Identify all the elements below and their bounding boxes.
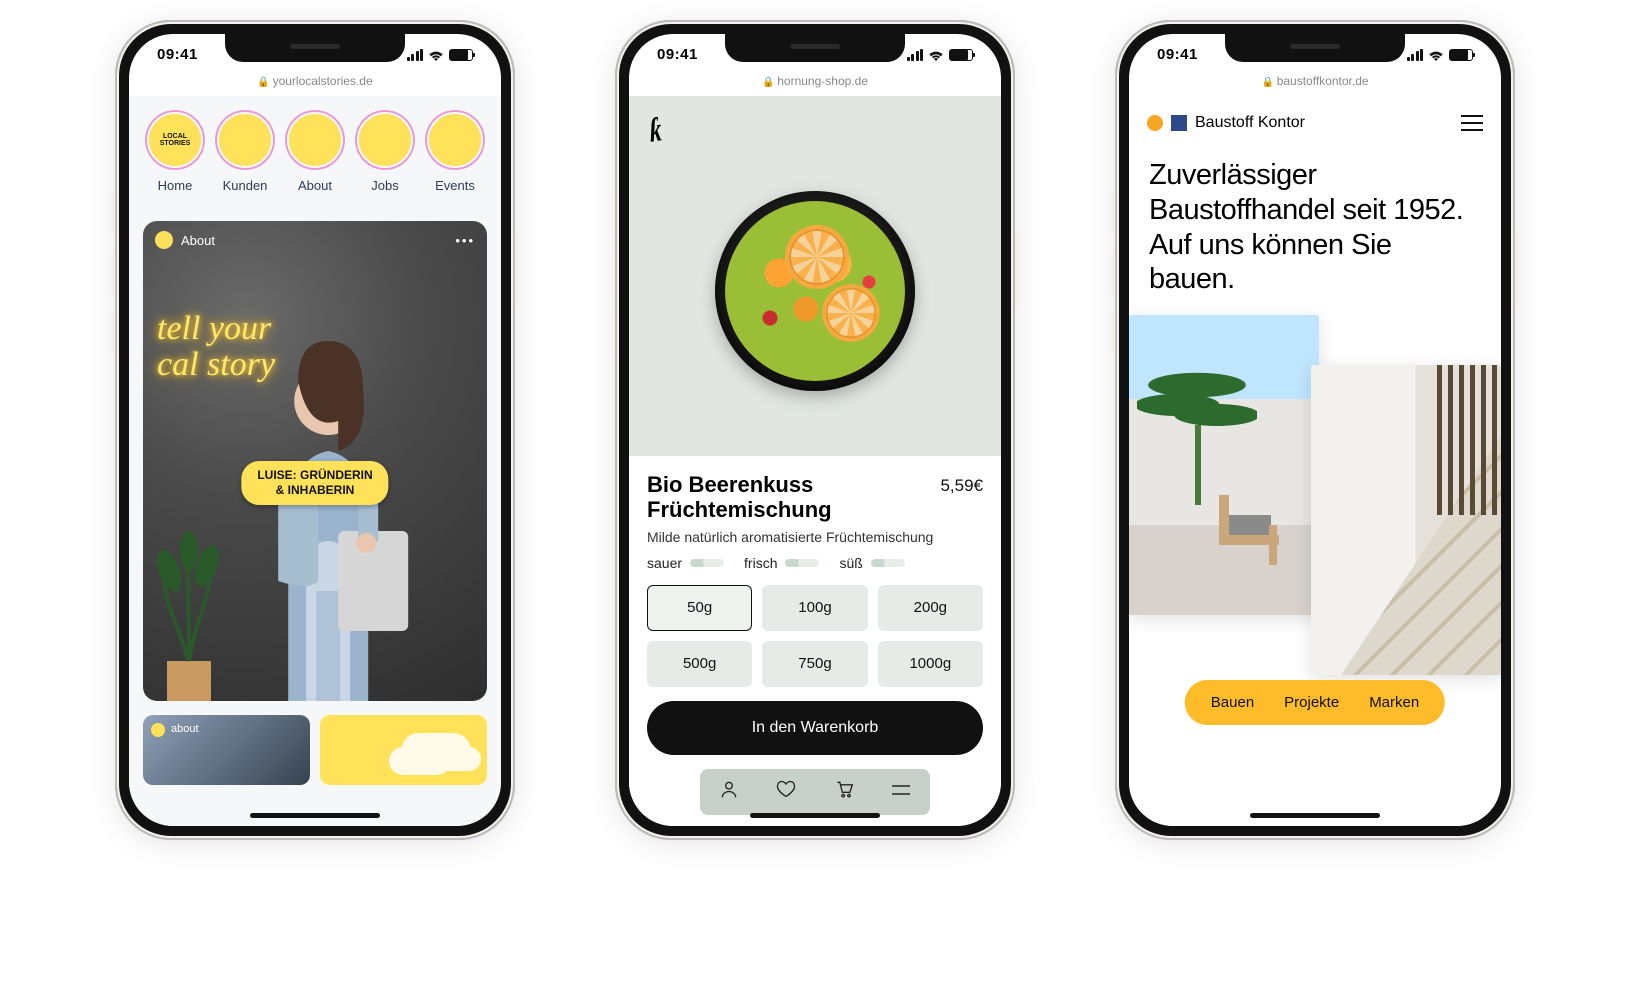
nav-label: Home xyxy=(158,178,193,193)
nav-about[interactable]: About xyxy=(283,112,347,193)
home-indicator[interactable] xyxy=(1250,813,1380,818)
size-grid: 50g 100g 200g 500g 750g 1000g xyxy=(647,585,983,687)
brand-name[interactable]: Baustoff Kontor xyxy=(1195,114,1305,132)
nav-circle-icon xyxy=(287,112,343,168)
bottom-bar xyxy=(700,769,930,815)
add-to-cart-button[interactable]: In den Warenkorb xyxy=(647,701,983,755)
taste-meter xyxy=(785,559,819,567)
battery-icon xyxy=(449,49,473,61)
taste-row: sauer frisch süß xyxy=(647,555,983,571)
product-hero: ƙ xyxy=(629,96,1001,456)
nav-label: Jobs xyxy=(371,178,398,193)
home-indicator[interactable] xyxy=(250,813,380,818)
hero-headline: Zuverlässiger Baustoffhandel seit 1952. … xyxy=(1129,150,1501,315)
size-option[interactable]: 1000g xyxy=(878,641,983,687)
notch xyxy=(725,34,905,62)
size-option[interactable]: 50g xyxy=(647,585,752,631)
battery-icon xyxy=(1449,49,1473,61)
nav-kunden[interactable]: Kunden xyxy=(213,112,277,193)
logo-icon: LOCAL STORIES xyxy=(147,112,203,168)
thumbnail-row: about xyxy=(143,715,487,785)
thumb-avatar-icon xyxy=(151,723,165,737)
product-price: 5,59€ xyxy=(940,476,983,496)
logo-square-icon xyxy=(1171,115,1187,131)
status-time: 09:41 xyxy=(157,46,198,63)
story-avatar-icon xyxy=(155,231,173,249)
nav-circle-icon xyxy=(217,112,273,168)
nav-row: LOCAL STORIES Home Kunden About Jobs xyxy=(143,112,487,193)
phone-localstories: 09:41 yourlocalstories.de LOCAL STORIES … xyxy=(115,20,515,840)
phone-baustoff: 09:41 baustoffkontor.de Baustoff Kontor … xyxy=(1115,20,1515,840)
nav-label: Events xyxy=(435,178,475,193)
nav-events[interactable]: Events xyxy=(423,112,487,193)
notch xyxy=(225,34,405,62)
story-card[interactable]: About ••• tell your cal story xyxy=(143,221,487,701)
nav-circle-icon xyxy=(427,112,483,168)
nav-home[interactable]: LOCAL STORIES Home xyxy=(143,112,207,193)
taste-meter xyxy=(871,559,905,567)
story-title: About xyxy=(181,233,215,248)
logo-dot-icon xyxy=(1147,115,1163,131)
pill-bauen[interactable]: Bauen xyxy=(1211,694,1254,711)
taste-meter xyxy=(690,559,724,567)
taste-label: süß xyxy=(839,555,862,571)
size-option[interactable]: 100g xyxy=(762,585,867,631)
signal-icon xyxy=(1407,49,1424,61)
product-image xyxy=(715,191,915,391)
header: Baustoff Kontor xyxy=(1129,96,1501,150)
nav-jobs[interactable]: Jobs xyxy=(353,112,417,193)
badge: LUISE: GRÜNDERIN & INHABERIN xyxy=(241,461,388,505)
pill-projekte[interactable]: Projekte xyxy=(1284,694,1339,711)
url-bar[interactable]: yourlocalstories.de xyxy=(129,74,501,88)
phone-hornung: 09:41 hornung-shop.de ƙ Bio Beerenkuss F… xyxy=(615,20,1015,840)
home-indicator[interactable] xyxy=(750,813,880,818)
status-time: 09:41 xyxy=(657,46,698,63)
thumb-label: about xyxy=(171,723,199,735)
product-subtitle: Milde natürlich aromatisierte Früchtemis… xyxy=(647,529,983,545)
nav-label: Kunden xyxy=(223,178,268,193)
image-collage: Bauen Projekte Marken xyxy=(1129,315,1501,675)
user-icon[interactable] xyxy=(714,779,744,804)
battery-icon xyxy=(949,49,973,61)
menu-icon[interactable] xyxy=(886,781,916,802)
shop-logo-icon[interactable]: ƙ xyxy=(648,111,663,151)
nav-label: About xyxy=(298,178,332,193)
menu-icon[interactable] xyxy=(1461,110,1483,136)
nav-circle-icon xyxy=(357,112,413,168)
status-time: 09:41 xyxy=(1157,46,1198,63)
taste-label: frisch xyxy=(744,555,777,571)
thumbnail[interactable]: about xyxy=(143,715,310,785)
url-bar[interactable]: hornung-shop.de xyxy=(629,74,1001,88)
product-title: Bio Beerenkuss Früchtemischung xyxy=(647,472,926,523)
size-option[interactable]: 750g xyxy=(762,641,867,687)
cloud-icon xyxy=(401,733,471,769)
wifi-icon xyxy=(428,49,444,61)
heart-icon[interactable] xyxy=(771,779,801,804)
image-terrace xyxy=(1129,315,1319,615)
image-stairs xyxy=(1311,365,1501,675)
notch xyxy=(1225,34,1405,62)
size-option[interactable]: 500g xyxy=(647,641,752,687)
wifi-icon xyxy=(1428,49,1444,61)
more-icon[interactable]: ••• xyxy=(455,233,475,248)
wifi-icon xyxy=(928,49,944,61)
cart-icon[interactable] xyxy=(829,779,859,804)
signal-icon xyxy=(907,49,924,61)
taste-label: sauer xyxy=(647,555,682,571)
category-pill: Bauen Projekte Marken xyxy=(1185,680,1445,725)
pill-marken[interactable]: Marken xyxy=(1369,694,1419,711)
signal-icon xyxy=(407,49,424,61)
thumbnail[interactable] xyxy=(320,715,487,785)
url-bar[interactable]: baustoffkontor.de xyxy=(1129,74,1501,88)
size-option[interactable]: 200g xyxy=(878,585,983,631)
